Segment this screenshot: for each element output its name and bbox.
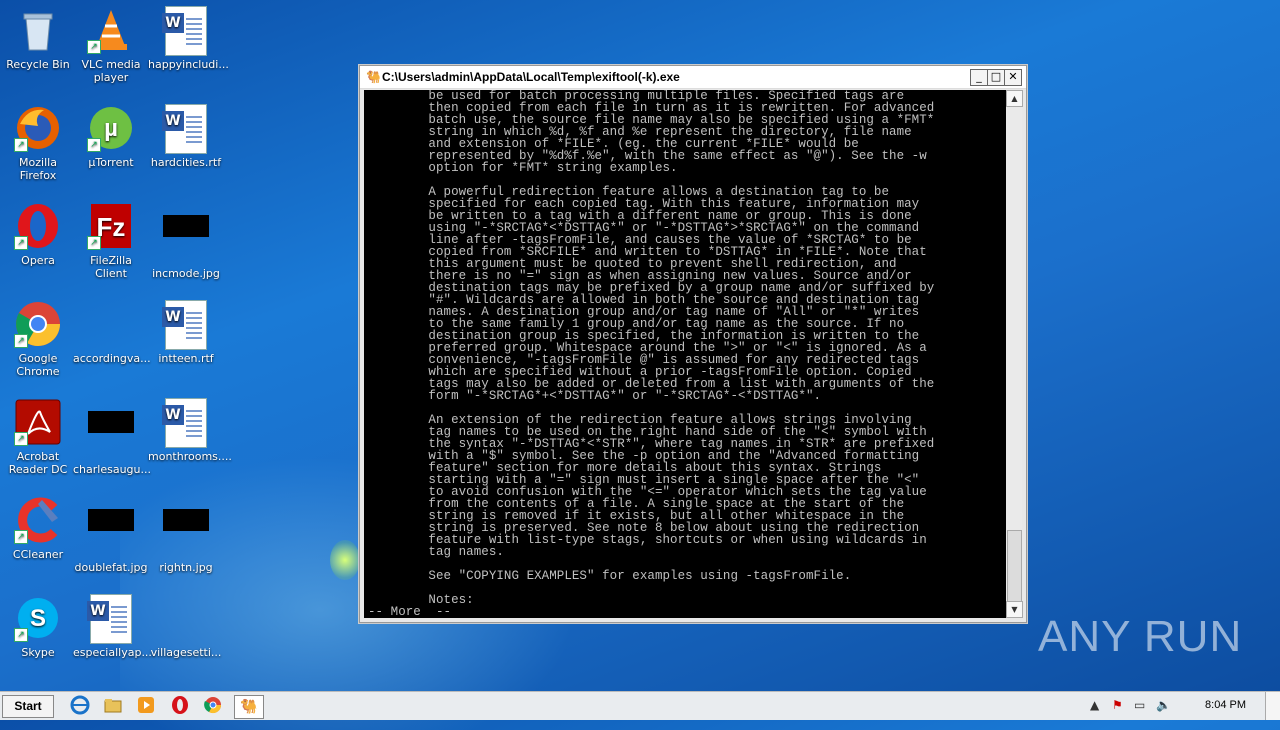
svg-text:S: S: [30, 605, 46, 632]
chrome-icon: ↗: [14, 300, 62, 348]
taskbar-exiftool-icon[interactable]: 🐫: [234, 695, 264, 719]
desktop-icon-accordingva[interactable]: accordingva...: [73, 300, 151, 365]
desktop-icon-charlesaugu[interactable]: charlesaugu...: [73, 398, 151, 476]
console-text: be used for batch processing multiple fi…: [368, 90, 935, 618]
firefox-icon: ↗: [14, 104, 62, 152]
image-icon: [162, 509, 210, 557]
scroll-up-arrow-icon[interactable]: ▲: [1006, 90, 1023, 107]
show-desktop-button[interactable]: [1265, 692, 1280, 720]
taskbar-ie-icon[interactable]: [68, 695, 92, 717]
desktop-icon-hardcities[interactable]: W hardcities.rtf: [148, 104, 224, 169]
desktop-icon-especiallyap[interactable]: W especiallyap...: [73, 594, 152, 659]
network-icon[interactable]: ▭: [1134, 698, 1145, 712]
blank-file-icon: [162, 594, 210, 642]
console-window[interactable]: 🐫 C:\Users\admin\AppData\Local\Temp\exif…: [359, 65, 1027, 623]
desktop-icon-skype[interactable]: S ↗ Skype: [0, 594, 76, 659]
window-titlebar[interactable]: 🐫 C:\Users\admin\AppData\Local\Temp\exif…: [360, 66, 1026, 89]
console-output[interactable]: be used for batch processing multiple fi…: [364, 90, 1006, 618]
word-doc-icon: W: [162, 104, 210, 154]
desktop-icon-filezilla[interactable]: Fz ↗ FileZilla Client: [73, 202, 149, 280]
maximize-button[interactable]: □: [987, 69, 1005, 86]
taskbar-opera-icon[interactable]: [168, 695, 192, 717]
recycle-bin-icon: [14, 6, 62, 54]
desktop-icon-monthrooms[interactable]: W monthrooms....: [148, 398, 232, 463]
camel-icon: 🐫: [366, 70, 381, 84]
desktop-icon-recycle-bin[interactable]: Recycle Bin: [0, 6, 76, 71]
desktop-icon-firefox[interactable]: ↗ Mozilla Firefox: [0, 104, 76, 182]
taskbar-chrome-icon[interactable]: [201, 695, 225, 717]
taskbar-explorer-icon[interactable]: [101, 695, 125, 717]
utorrent-icon: µ ↗: [87, 104, 135, 152]
desktop-icon-happyincludi[interactable]: W happyincludi...: [148, 6, 229, 71]
word-doc-icon: W: [162, 300, 210, 350]
desktop-icon-utorrent[interactable]: µ ↗ µTorrent: [73, 104, 149, 169]
system-tray: ▲ ⚑ ▭ 🔈 8:04 PM: [1090, 692, 1280, 720]
image-icon: [87, 509, 135, 557]
close-button[interactable]: ✕: [1004, 69, 1022, 86]
vertical-scrollbar[interactable]: ▲ ▼: [1006, 90, 1023, 618]
image-icon: [87, 411, 135, 459]
show-hidden-icons-icon[interactable]: ▲: [1090, 698, 1099, 712]
image-icon: [162, 215, 210, 263]
taskbar: Start 🐫 ▲ ⚑ ▭ 🔈 8:04 PM: [0, 691, 1280, 720]
word-doc-icon: W: [162, 398, 210, 448]
scrollbar-thumb[interactable]: [1007, 530, 1022, 602]
blank-file-icon: [87, 300, 135, 348]
acrobat-icon: ↗: [14, 398, 62, 446]
desktop-icon-vlc[interactable]: ↗ VLC media player: [73, 6, 149, 84]
taskbar-media-player-icon[interactable]: [134, 695, 158, 717]
desktop-icon-villagesetti[interactable]: villagesetti...: [148, 594, 224, 659]
clock[interactable]: 8:04 PM: [1205, 699, 1246, 711]
flag-icon[interactable]: ⚑: [1112, 698, 1123, 712]
word-doc-icon: W: [87, 594, 135, 644]
desktop-icon-rightn[interactable]: rightn.jpg: [148, 496, 224, 574]
skype-icon: S ↗: [14, 594, 62, 642]
vlc-icon: ↗: [87, 6, 135, 54]
svg-text:µ: µ: [104, 115, 118, 142]
word-doc-icon: W: [162, 6, 210, 56]
minimize-button[interactable]: _: [970, 69, 988, 86]
desktop-icon-incmode[interactable]: incmode.jpg: [148, 202, 224, 280]
desktop-icon-acrobat[interactable]: ↗ Acrobat Reader DC: [0, 398, 76, 476]
desktop-icon-intteen[interactable]: W intteen.rtf: [148, 300, 224, 365]
ccleaner-icon: ↗: [14, 496, 62, 544]
anyrun-watermark: ANY RUN: [1038, 612, 1243, 661]
start-button[interactable]: Start: [2, 695, 54, 718]
desktop-icon-ccleaner[interactable]: ↗ CCleaner: [0, 496, 76, 561]
desktop-icon-doublefat[interactable]: doublefat.jpg: [73, 496, 149, 574]
filezilla-icon: Fz ↗: [87, 202, 135, 250]
volume-icon[interactable]: 🔈: [1156, 698, 1171, 712]
scroll-down-arrow-icon[interactable]: ▼: [1006, 601, 1023, 618]
desktop-icon-opera[interactable]: ↗ Opera: [0, 202, 76, 267]
opera-icon: ↗: [14, 202, 62, 250]
window-title: C:\Users\admin\AppData\Local\Temp\exifto…: [382, 70, 680, 84]
wallpaper-leaf: [330, 540, 360, 580]
desktop-icon-chrome[interactable]: ↗ Google Chrome: [0, 300, 76, 378]
